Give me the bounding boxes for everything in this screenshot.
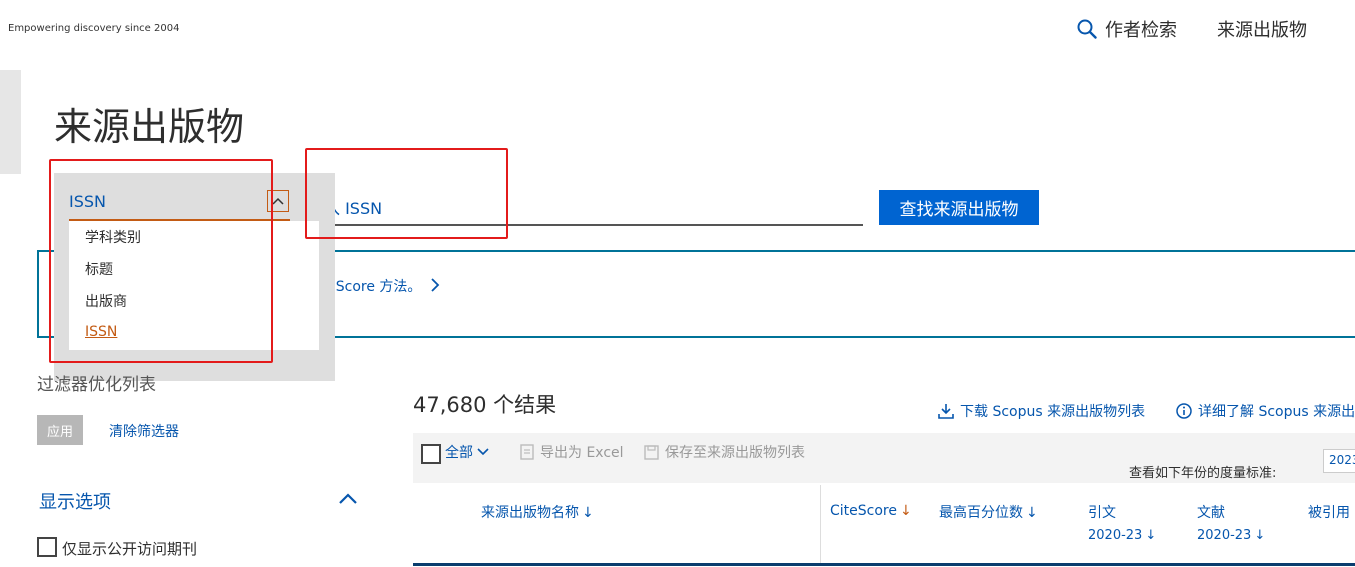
save-icon xyxy=(644,444,659,460)
select-all-label: 全部 xyxy=(445,445,473,461)
col-highest-percentile-label: 最高百分位数 xyxy=(939,505,1023,521)
left-side-strip xyxy=(0,70,21,174)
metric-year-select[interactable]: 2023 xyxy=(1323,449,1355,473)
col-citations[interactable]: 引文 2020-23 ↓ xyxy=(1088,502,1156,543)
result-count: 47,680 个结果 xyxy=(413,393,557,417)
clear-filters-link[interactable]: 清除筛选器 xyxy=(109,421,179,441)
download-source-list-link[interactable]: 下载 Scopus 来源出版物列表 xyxy=(938,401,1145,421)
export-excel-label: 导出为 Excel xyxy=(540,445,624,461)
open-access-checkbox[interactable] xyxy=(37,537,57,557)
sort-arrow-icon: ↓ xyxy=(1145,528,1157,543)
download-icon xyxy=(938,404,954,419)
save-to-list-label: 保存至来源出版物列表 xyxy=(665,445,805,461)
display-options-heading[interactable]: 显示选项 xyxy=(39,488,111,514)
col-documents-years: 2020-23 xyxy=(1197,528,1252,543)
select-all-checkbox[interactable] xyxy=(421,444,441,464)
highlight-box-input xyxy=(305,148,508,239)
page-title: 来源出版物 xyxy=(54,105,245,149)
chevron-up-icon xyxy=(339,493,357,504)
col-source-name[interactable]: 来源出版物名称 ↓ xyxy=(481,502,594,522)
author-search-link[interactable]: 作者检索 xyxy=(1077,16,1177,42)
sort-arrow-icon: ↓ xyxy=(582,505,594,521)
learn-more-link[interactable]: 详细了解 Scopus 来源出版物列表 xyxy=(1176,401,1355,421)
tagline: Empowering discovery since 2004 xyxy=(8,23,180,34)
col-citescore-label: CiteScore xyxy=(830,503,897,519)
apply-button[interactable]: 应用 xyxy=(37,415,83,445)
find-sources-button[interactable]: 查找来源出版物 xyxy=(879,190,1039,225)
column-divider xyxy=(820,485,821,565)
col-highest-percentile[interactable]: 最高百分位数 ↓ xyxy=(939,502,1038,522)
download-source-list-label: 下载 Scopus 来源出版物列表 xyxy=(960,404,1146,420)
col-citations-years: 2020-23 xyxy=(1088,528,1143,543)
col-documents[interactable]: 文献 2020-23 ↓ xyxy=(1197,502,1265,543)
sort-arrow-icon: ↓ xyxy=(1254,528,1266,543)
search-icon xyxy=(1077,19,1097,39)
save-to-list-button[interactable]: 保存至来源出版物列表 xyxy=(644,442,805,462)
sources-nav-link[interactable]: 来源出版物 xyxy=(1217,16,1307,42)
col-cited-label: 被引用 xyxy=(1308,505,1350,521)
chevron-down-icon xyxy=(477,448,489,456)
col-documents-label: 文献 xyxy=(1197,505,1225,521)
table-header-underline xyxy=(413,563,1355,566)
chevron-right-icon xyxy=(431,278,440,292)
col-source-name-label: 来源出版物名称 xyxy=(481,505,579,521)
filter-refine-title: 过滤器优化列表 xyxy=(37,375,156,395)
metric-year-label: 查看如下年份的度量标准: xyxy=(1129,466,1277,481)
display-options-toggle[interactable] xyxy=(338,490,358,509)
export-excel-button[interactable]: 导出为 Excel xyxy=(520,442,624,462)
author-search-label: 作者检索 xyxy=(1105,20,1177,41)
info-icon xyxy=(1176,403,1192,419)
document-icon xyxy=(520,444,534,460)
col-cited[interactable]: 被引用 xyxy=(1308,502,1350,522)
chevron-up-icon xyxy=(272,197,284,205)
learn-more-label: 详细了解 Scopus 来源出版物列表 xyxy=(1198,404,1355,420)
select-all-dropdown[interactable]: 全部 xyxy=(445,442,489,462)
highlight-box-dropdown xyxy=(49,159,273,363)
col-citations-label: 引文 xyxy=(1088,505,1116,521)
col-citescore[interactable]: CiteScore ↓ xyxy=(830,503,912,519)
sort-arrow-icon: ↓ xyxy=(899,503,912,519)
open-access-label: 仅显示公开访问期刊 xyxy=(62,540,198,558)
sort-arrow-icon: ↓ xyxy=(1026,505,1038,521)
